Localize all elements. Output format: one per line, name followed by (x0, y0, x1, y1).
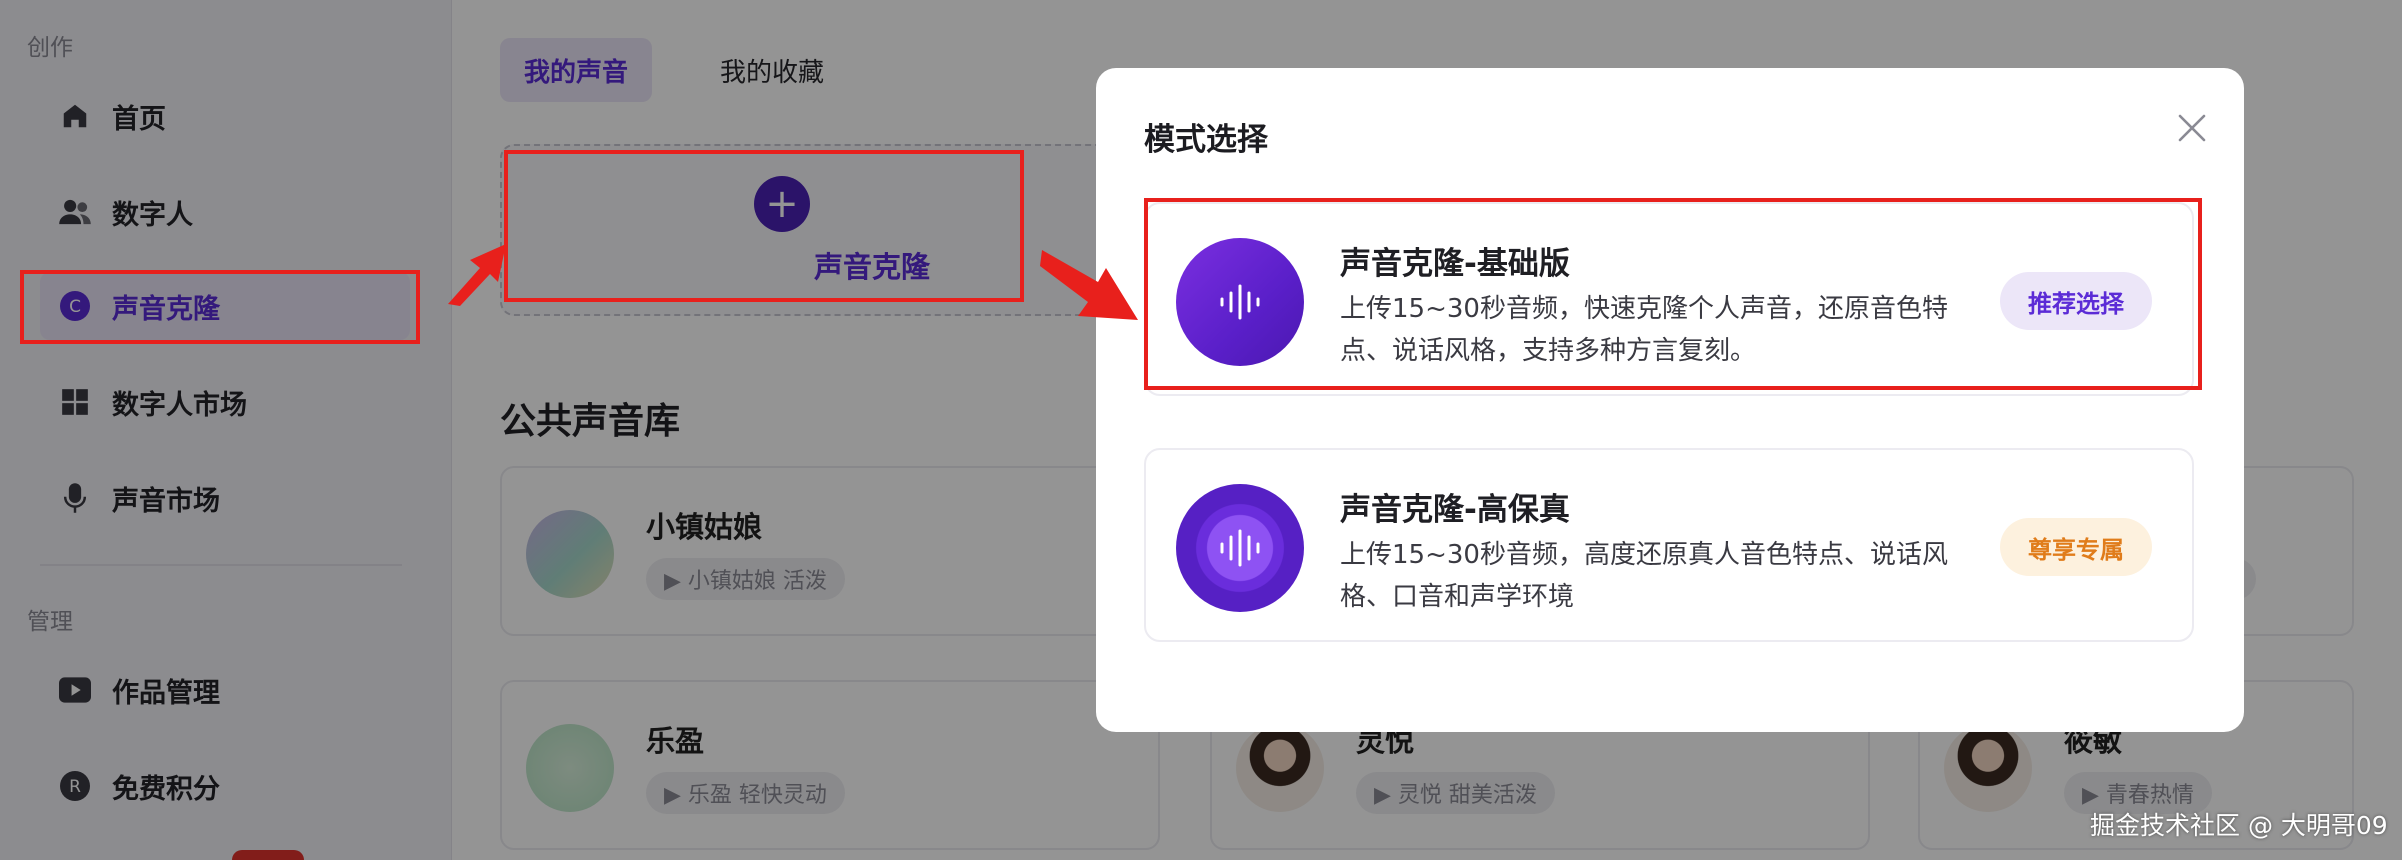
close-button[interactable] (2168, 104, 2216, 152)
option-hifi[interactable]: 声音克隆-高保真 上传15~30秒音频，高度还原真人音色特点、说话风格、口音和声… (1144, 448, 2194, 642)
option-title: 声音克隆-高保真 (1340, 492, 1570, 528)
annotation-box-clone-card (504, 150, 1024, 302)
annotation-box-sidebar (20, 270, 420, 344)
close-icon (2178, 114, 2206, 142)
mode-selection-dialog: 模式选择 声音克隆-基础版 上传15~30秒音频，快速克隆个人声音，还原音色特点… (1096, 68, 2244, 732)
option-description: 上传15~30秒音频，高度还原真人音色特点、说话风格、口音和声学环境 (1340, 540, 1948, 612)
dialog-title: 模式选择 (1144, 122, 1268, 158)
exclusive-badge: 尊享专属 (2000, 518, 2152, 576)
annotation-arrow-icon (1040, 250, 1138, 320)
annotation-arrow-icon (448, 244, 506, 306)
watermark: 掘金技术社区 @ 大明哥09 (2090, 811, 2388, 840)
sound-wave-icon (1176, 484, 1304, 612)
annotation-box-basic-option (1144, 198, 2202, 390)
